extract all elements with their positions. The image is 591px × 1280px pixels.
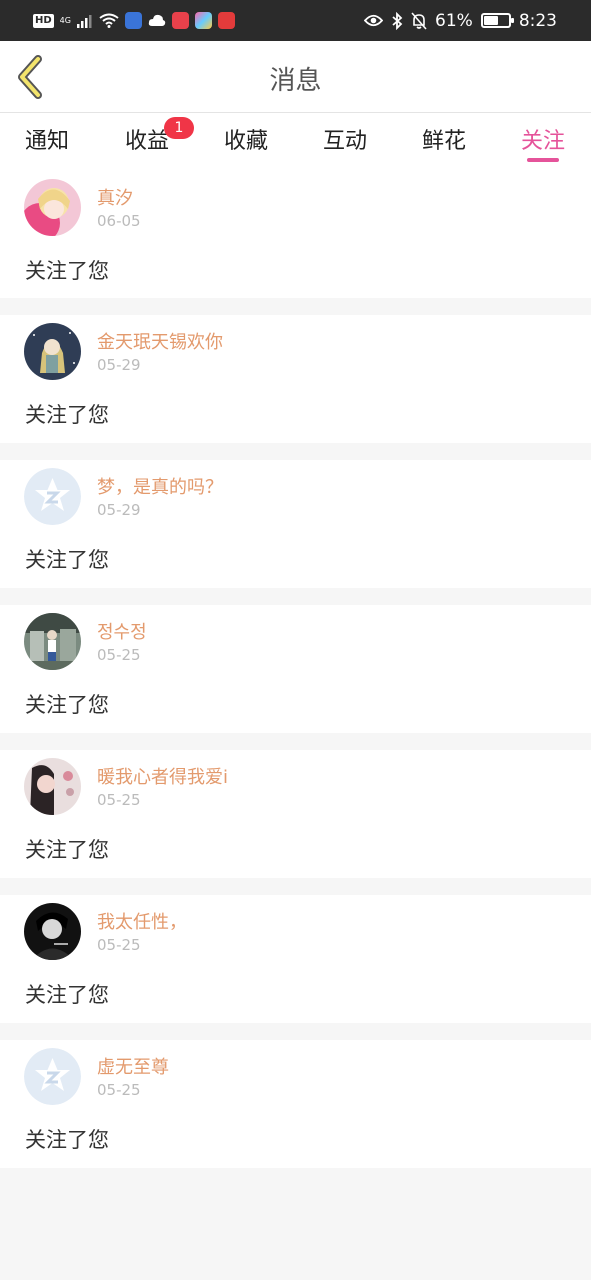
avatar[interactable]: [24, 323, 81, 380]
avatar[interactable]: [24, 179, 81, 236]
username[interactable]: 我太任性，: [97, 908, 187, 934]
message-text: 关注了您: [25, 983, 109, 1007]
tab-label: 收藏: [223, 129, 268, 154]
list-item[interactable]: 真汐 06-05 关注了您: [0, 171, 591, 298]
default-avatar-icon[interactable]: [24, 1048, 81, 1105]
message-text: 关注了您: [25, 548, 109, 572]
colorful-app-icon: [194, 12, 212, 29]
timestamp: 06-05: [97, 212, 141, 230]
status-bar: HD 4G 61% 8:23: [0, 0, 591, 41]
timestamp: 05-25: [97, 791, 141, 809]
mute-bell-icon: [411, 11, 427, 30]
signal-icon: [76, 14, 92, 28]
avatar[interactable]: [24, 758, 81, 815]
app-header: 消息: [0, 41, 591, 113]
tab-following[interactable]: 关注: [508, 123, 578, 155]
username[interactable]: 梦，是真的吗？: [97, 473, 223, 499]
timestamp: 05-25: [97, 936, 141, 954]
tab-notice[interactable]: 通知: [12, 123, 82, 155]
message-text: 关注了您: [25, 403, 109, 427]
default-avatar-icon[interactable]: [24, 468, 81, 525]
timestamp: 05-25: [97, 646, 141, 664]
notification-list: 真汐 06-05 关注了您 金天珉天锡欢你 05-29 关注了您 梦，是真的吗？: [0, 171, 591, 1185]
username[interactable]: 정수정: [97, 618, 147, 644]
tab-bar: 通知 收益 1 收藏 互动 鲜花 关注: [0, 113, 591, 171]
status-bar-left: HD 4G: [33, 10, 235, 31]
username[interactable]: 虚无至尊: [97, 1053, 169, 1079]
list-item[interactable]: 我太任性， 05-25 关注了您: [0, 895, 591, 1023]
timestamp: 05-29: [97, 356, 141, 374]
network-type: 4G: [59, 16, 71, 25]
tab-favorites[interactable]: 收藏: [211, 123, 281, 155]
message-text: 关注了您: [25, 693, 109, 717]
tab-earnings[interactable]: 收益 1: [112, 117, 194, 155]
tab-flowers[interactable]: 鲜花: [409, 123, 479, 155]
username[interactable]: 金天珉天锡欢你: [97, 328, 223, 354]
clock: 8:23: [518, 10, 557, 31]
timestamp: 05-25: [97, 1081, 141, 1099]
eye-icon: [364, 14, 384, 27]
wifi-icon: [99, 13, 119, 28]
tab-label: 关注: [520, 129, 565, 154]
tab-label: 鲜花: [421, 129, 466, 154]
red-app-icon: [171, 12, 189, 29]
list-item[interactable]: 暖我心者得我爱i 05-25 关注了您: [0, 750, 591, 878]
message-text: 关注了您: [25, 1128, 109, 1152]
timestamp: 05-29: [97, 501, 141, 519]
bluetooth-icon: [392, 11, 403, 30]
tab-interaction[interactable]: 互动: [310, 123, 380, 155]
avatar[interactable]: [24, 903, 81, 960]
username[interactable]: 暖我心者得我爱i: [97, 763, 228, 789]
music-app-icon: [124, 12, 142, 29]
message-text: 关注了您: [25, 259, 109, 283]
list-item[interactable]: 金天珉天锡欢你 05-29 关注了您: [0, 315, 591, 443]
avatar[interactable]: [24, 613, 81, 670]
page-title: 消息: [269, 66, 322, 96]
hd-badge: HD: [33, 13, 54, 28]
list-item[interactable]: 정수정 05-25 关注了您: [0, 605, 591, 733]
tab-label: 互动: [322, 129, 367, 154]
shop-app-icon: [217, 12, 235, 29]
unread-badge: 1: [164, 117, 194, 139]
list-item[interactable]: 梦，是真的吗？ 05-29 关注了您: [0, 460, 591, 588]
battery-icon: [480, 13, 514, 28]
message-text: 关注了您: [25, 838, 109, 862]
active-tab-indicator: [527, 158, 559, 162]
status-bar-right: 61% 8:23: [364, 10, 557, 31]
battery-level: [483, 16, 499, 25]
tab-label: 收益: [124, 129, 169, 154]
battery-percent: 61%: [435, 10, 473, 31]
list-item[interactable]: 虚无至尊 05-25 关注了您: [0, 1040, 591, 1168]
cloud-icon: [148, 14, 166, 26]
username[interactable]: 真汐: [97, 184, 133, 210]
tab-label: 通知: [24, 129, 69, 154]
